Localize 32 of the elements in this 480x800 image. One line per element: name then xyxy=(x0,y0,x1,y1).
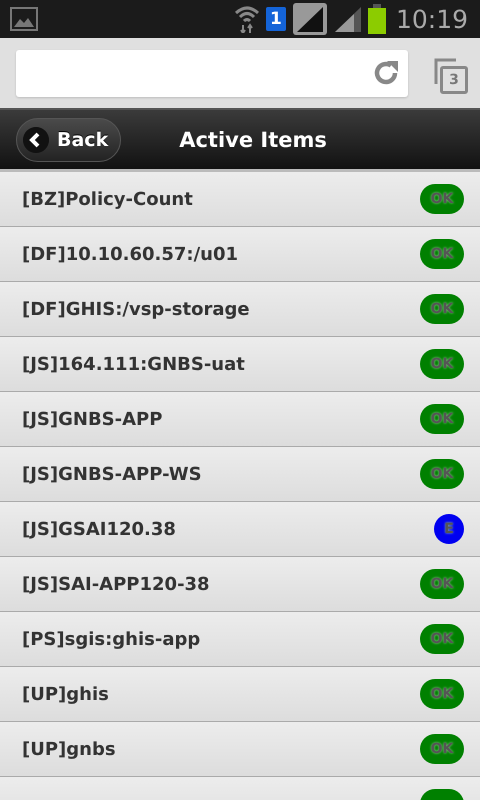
reload-icon[interactable] xyxy=(372,59,400,87)
status-badge: OK xyxy=(420,624,464,654)
page-title: Active Items xyxy=(179,128,327,152)
status-badge: OK xyxy=(420,404,464,434)
status-badge: OK xyxy=(420,459,464,489)
list-item[interactable]: [UP]ghis OK xyxy=(0,667,480,722)
status-badge: OK xyxy=(420,184,464,214)
signal-icon xyxy=(334,6,362,32)
list-item[interactable]: [JS]GNBS-APP OK xyxy=(0,392,480,447)
status-badge: OK xyxy=(420,734,464,764)
clock: 10:19 xyxy=(396,4,468,34)
list-item[interactable]: [BZ]Policy-Count OK xyxy=(0,172,480,227)
image-icon xyxy=(10,7,38,31)
list-item[interactable]: [JS]GSAI120.38 E xyxy=(0,502,480,557)
status-badge: OK xyxy=(420,349,464,379)
sim-icon: 1 xyxy=(266,7,286,31)
list-item[interactable]: [DF]GHIS:/vsp-storage OK xyxy=(0,282,480,337)
list-item[interactable]: [UP]gnbs OK xyxy=(0,722,480,777)
list-item[interactable]: [JS]GNBS-APP-WS OK xyxy=(0,447,480,502)
status-badge: E xyxy=(434,514,464,544)
status-badge: OK xyxy=(420,239,464,269)
status-badge: OK xyxy=(420,569,464,599)
address-field[interactable] xyxy=(16,50,408,96)
list-item[interactable]: [DF]10.10.60.57:/u01 OK xyxy=(0,227,480,282)
back-button[interactable]: Back xyxy=(16,118,122,162)
list-item[interactable]: [PS]sgis:ghis-app OK xyxy=(0,612,480,667)
status-badge: OK xyxy=(420,294,464,324)
wifi-icon xyxy=(234,5,260,33)
status-badge: OK xyxy=(420,679,464,709)
list-item[interactable]: [JS]SAI-APP120-38 OK xyxy=(0,557,480,612)
list-item[interactable]: [JS]164.111:GNBS-uat OK xyxy=(0,337,480,392)
battery-icon xyxy=(368,4,386,34)
